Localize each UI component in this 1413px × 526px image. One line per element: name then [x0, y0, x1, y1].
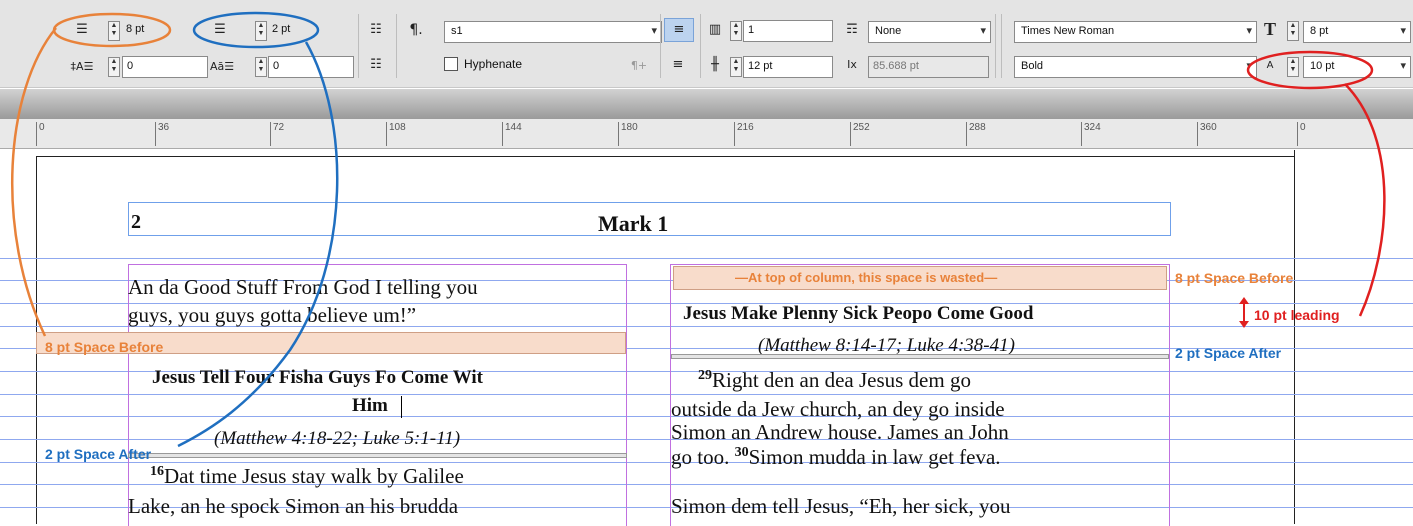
annotation-overlay [11, 11, 1386, 448]
blue-highlight-ellipse [192, 11, 320, 49]
orange-highlight-ellipse [52, 12, 172, 48]
leading-arrow-head-bottom [1239, 321, 1249, 328]
red-connector-line [1344, 83, 1386, 317]
leading-arrow-head-top [1239, 297, 1249, 304]
blue-connector-line [177, 41, 339, 448]
red-highlight-ellipse [1246, 50, 1374, 90]
orange-connector-line [11, 27, 57, 337]
